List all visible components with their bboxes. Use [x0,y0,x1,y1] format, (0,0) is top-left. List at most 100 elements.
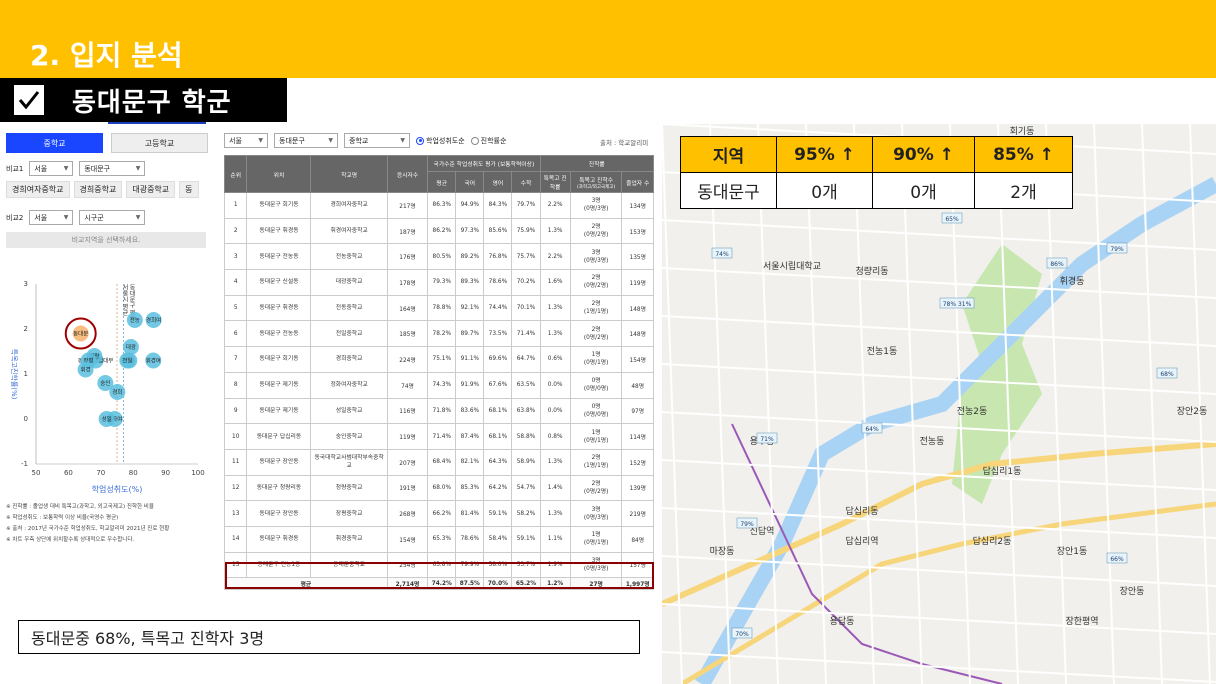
col-students: 응시자수 [386,155,429,193]
school-badge-label: 74% [715,251,729,258]
cell-math: 70.1% [511,294,541,322]
compare2-city-select[interactable]: 서울 ▼ [29,210,74,225]
summary-header: 지역 [680,136,777,173]
map-label: 장한평역 [1065,616,1098,627]
cell-kor: 91.1% [455,346,485,373]
cell-kor: 82.1% [455,448,485,476]
source-label: 출처 : 학교알리미 [600,139,649,147]
cell-rank: 15 [223,551,248,579]
school-badge-label: 66% [1110,556,1124,563]
col-graduates: 졸업자 수 [621,171,654,193]
school-badge-label: 78% 31% [943,301,972,308]
school-chip[interactable]: 경희여자중학교 [6,181,70,198]
cell-graduates: 97명 [621,397,654,425]
cell-n: 74명 [386,371,429,399]
cell-avg: 71.4% [427,423,457,450]
cell-graduates: 152명 [621,448,654,476]
cell-n: 154명 [386,525,429,553]
cell-loc: 동대문구 전농1동 [246,551,312,579]
chevron-down-icon: ▼ [400,137,405,144]
x-tick-label: 70 [96,469,105,477]
chevron-down-icon: ▼ [63,165,69,172]
cell-avg: 74.3% [427,371,457,399]
cell-eng: 78.6% [483,269,513,296]
cell-kor: 91.9% [455,371,485,399]
compare1-row: 비교1 서울 ▼ 동대문구 ▼ [6,161,146,176]
cell-eng: 64.2% [483,474,513,502]
table-footer-row: 평균 2,714명 74.2% 87.5% 70.0% 65.2% 1.2% 27명 1,997… [224,577,654,591]
col-korean: 국어 [455,171,485,193]
cell-loc: 동대문구 장안동 [246,500,312,527]
map-label: 답십리1동 [983,465,1022,477]
footer-cell: 1.2% [539,577,571,591]
cell-eng: 58.4% [483,525,513,553]
school-badge-label: 79% [740,521,754,528]
cell-school: 청량중학교 [310,474,388,502]
chevron-down-icon: ▼ [328,137,333,144]
data-point-label: 휘경여 [146,357,161,365]
cell-avg: 65.3% [427,525,457,553]
cell-rank: 9 [223,397,248,425]
cell-school: 정화여자중학교 [310,371,388,399]
cell-school: 전일중학교 [310,320,388,348]
table-row: 2 동대문구 휘경동 휘경여자중학교 187명 86.2% 97.3% 85.6% 75.9%… [223,217,654,245]
compare1-city-select[interactable]: 서울 ▼ [29,161,74,176]
cell-graduates: 148명 [621,320,654,348]
compare2-district-select[interactable]: 시구군 ▼ [79,210,146,225]
map-label: 전농2동 [957,406,988,417]
cell-school: 동국대학교사범대학부속중학교 [310,448,388,476]
col-avg: 평균 [427,171,457,193]
cell-rate: 1.3% [539,500,571,527]
cell-rate: 0.8% [539,423,571,450]
select-compare-region-button[interactable]: 비교지역을 선택하세요. [6,232,206,248]
school-badge-label: 68% [1160,371,1174,378]
cell-avg: 63.8% [427,551,457,579]
cell-loc: 동대문구 제기동 [246,371,312,399]
note-line: ※ 진학률 : 졸업생 대비 특목고(과학고, 외고국제고) 진학한 비율 [6,504,154,510]
cell-rate: 0.0% [539,397,571,425]
table-row: 8 동대문구 제기동 정화여자중학교 74명 74.3% 91.9% 67.6% 63.5% 0… [223,371,654,399]
cell-kor: 89.3% [455,269,485,296]
cell-school: 숭인중학교 [310,423,388,450]
table-city-select[interactable]: 서울 ▼ [224,133,268,148]
cell-math: 58.2% [511,500,541,527]
cell-school: 동대문중학교 [310,551,388,579]
summary-cell: 동대문구 [680,172,777,209]
data-point-label: 숭인 [100,380,110,387]
cell-avg: 78.2% [427,320,457,348]
school-chip[interactable]: 대광중학교 [126,181,176,198]
sort-achievement-radio[interactable]: 학업성취도순 [416,136,465,146]
cell-kor: 89.7% [455,320,485,348]
cell-graduates: 154명 [621,346,654,373]
table-level-select[interactable]: 중학교 ▼ [344,133,410,148]
summary-header: 85% ↑ [974,136,1073,173]
cell-school: 휘경중학교 [310,525,388,553]
school-chip[interactable]: 경희중학교 [73,181,123,198]
cell-eng: 59.1% [483,500,513,527]
cell-count: 1명 (0명/1명) [569,346,623,373]
map-label: 전농동 [920,436,945,447]
cell-graduates: 114명 [621,423,654,450]
table-district-select[interactable]: 동대문구 ▼ [274,133,338,148]
cell-rank: 6 [223,320,248,348]
x-axis-label: 학업성취도(%) [92,484,143,494]
cell-n: 119명 [386,423,429,450]
compare1-district-select[interactable]: 동대문구 ▼ [79,161,146,176]
cell-rank: 2 [223,217,248,245]
section-heading: 동대문구 학군 [0,78,287,122]
cell-school: 경희여자중학교 [310,192,388,219]
compare2-row: 비교2 서울 ▼ 시구군 ▼ [6,210,146,225]
sort-advance-radio[interactable]: 진학률순 [470,136,506,146]
cell-rank: 5 [223,294,248,322]
chevron-down-icon: ▼ [258,137,263,144]
cell-loc: 동대문구 전농동 [246,243,312,271]
tab-high-school[interactable]: 고등학교 [111,133,208,153]
school-chip[interactable]: 동 [179,181,199,198]
cell-kor: 87.4% [455,423,485,450]
cell-math: 53.7% [511,551,541,579]
tab-middle-school[interactable]: 중학교 [6,133,103,153]
checkbox-icon [12,83,46,117]
cell-math: 64.7% [511,346,541,373]
map-label: 답십리역 [845,535,878,547]
cell-eng: 73.5% [483,320,513,348]
